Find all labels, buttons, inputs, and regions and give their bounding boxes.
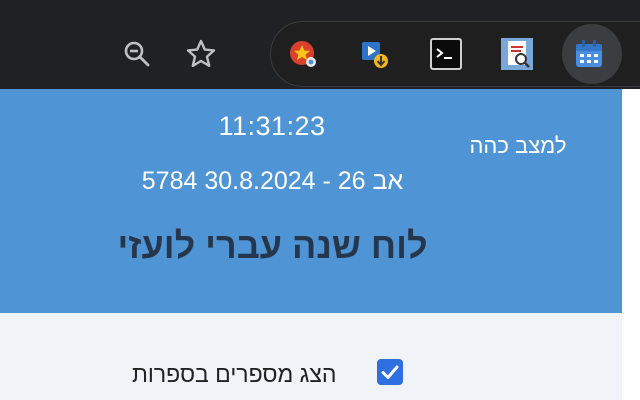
popup-title: לוח שנה עברי לועזי (117, 225, 428, 266)
extension-popup: 11:31:23 5784 אב 26 - 30.8.2024 למצב כהה… (0, 89, 622, 400)
scrollbar-gutter (622, 89, 640, 400)
dark-mode-link[interactable]: למצב כהה (452, 133, 584, 159)
option-label: הצג מספרים בספרות (132, 361, 337, 387)
bookmark-star-icon[interactable] (182, 35, 220, 73)
zoom-out-icon[interactable] (118, 35, 156, 73)
popup-header: 11:31:23 5784 אב 26 - 30.8.2024 למצב כהה… (0, 89, 622, 313)
option-row-numeric-digits[interactable]: הצג מספרים בספרות (120, 359, 410, 391)
video-download-extension-icon[interactable] (358, 38, 390, 70)
calendar-extension-icon[interactable] (573, 38, 605, 70)
terminal-extension-icon[interactable] (430, 38, 462, 70)
current-date: 5784 אב 26 - 30.8.2024 (141, 167, 404, 195)
document-search-extension-icon[interactable] (501, 38, 533, 70)
digits-checkbox[interactable] (377, 359, 403, 385)
browser-toolbar (0, 0, 640, 89)
current-time: 11:31:23 (218, 111, 326, 141)
badge-star-extension-icon[interactable] (287, 38, 319, 70)
checkmark-icon (381, 365, 399, 379)
